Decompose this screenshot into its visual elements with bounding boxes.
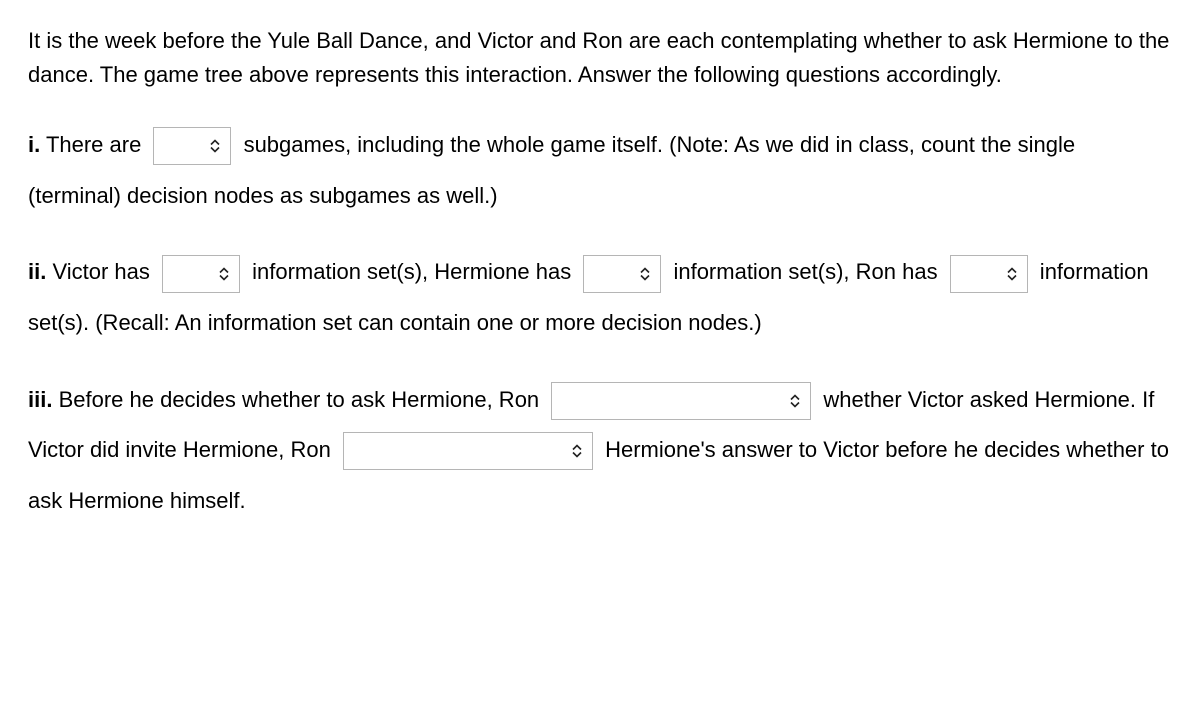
q3-text1: Before he decides whether to ask Hermion…: [52, 387, 545, 412]
updown-icon: [640, 267, 650, 280]
q2-victor-dropdown[interactable]: [162, 255, 240, 293]
q2-label: ii.: [28, 259, 46, 284]
q2-hermione-dropdown[interactable]: [583, 255, 661, 293]
q2-text3: information set(s), Ron has: [667, 259, 943, 284]
q1-label: i.: [28, 132, 40, 157]
q1-text-before: There are: [40, 132, 147, 157]
updown-icon: [572, 445, 582, 458]
updown-icon: [1007, 267, 1017, 280]
updown-icon: [210, 140, 220, 153]
q3-answer-dropdown[interactable]: [343, 432, 593, 470]
question-3: iii. Before he decides whether to ask He…: [28, 375, 1172, 527]
updown-icon: [790, 394, 800, 407]
question-2: ii. Victor has information set(s), Hermi…: [28, 247, 1172, 348]
q3-knows-dropdown[interactable]: [551, 382, 811, 420]
q2-ron-dropdown[interactable]: [950, 255, 1028, 293]
q2-text1: Victor has: [46, 259, 156, 284]
q3-label: iii.: [28, 387, 52, 412]
question-1: i. There are subgames, including the who…: [28, 120, 1172, 221]
updown-icon: [219, 267, 229, 280]
q1-subgames-dropdown[interactable]: [153, 127, 231, 165]
q2-text2: information set(s), Hermione has: [246, 259, 577, 284]
intro-text: It is the week before the Yule Ball Danc…: [28, 24, 1172, 92]
